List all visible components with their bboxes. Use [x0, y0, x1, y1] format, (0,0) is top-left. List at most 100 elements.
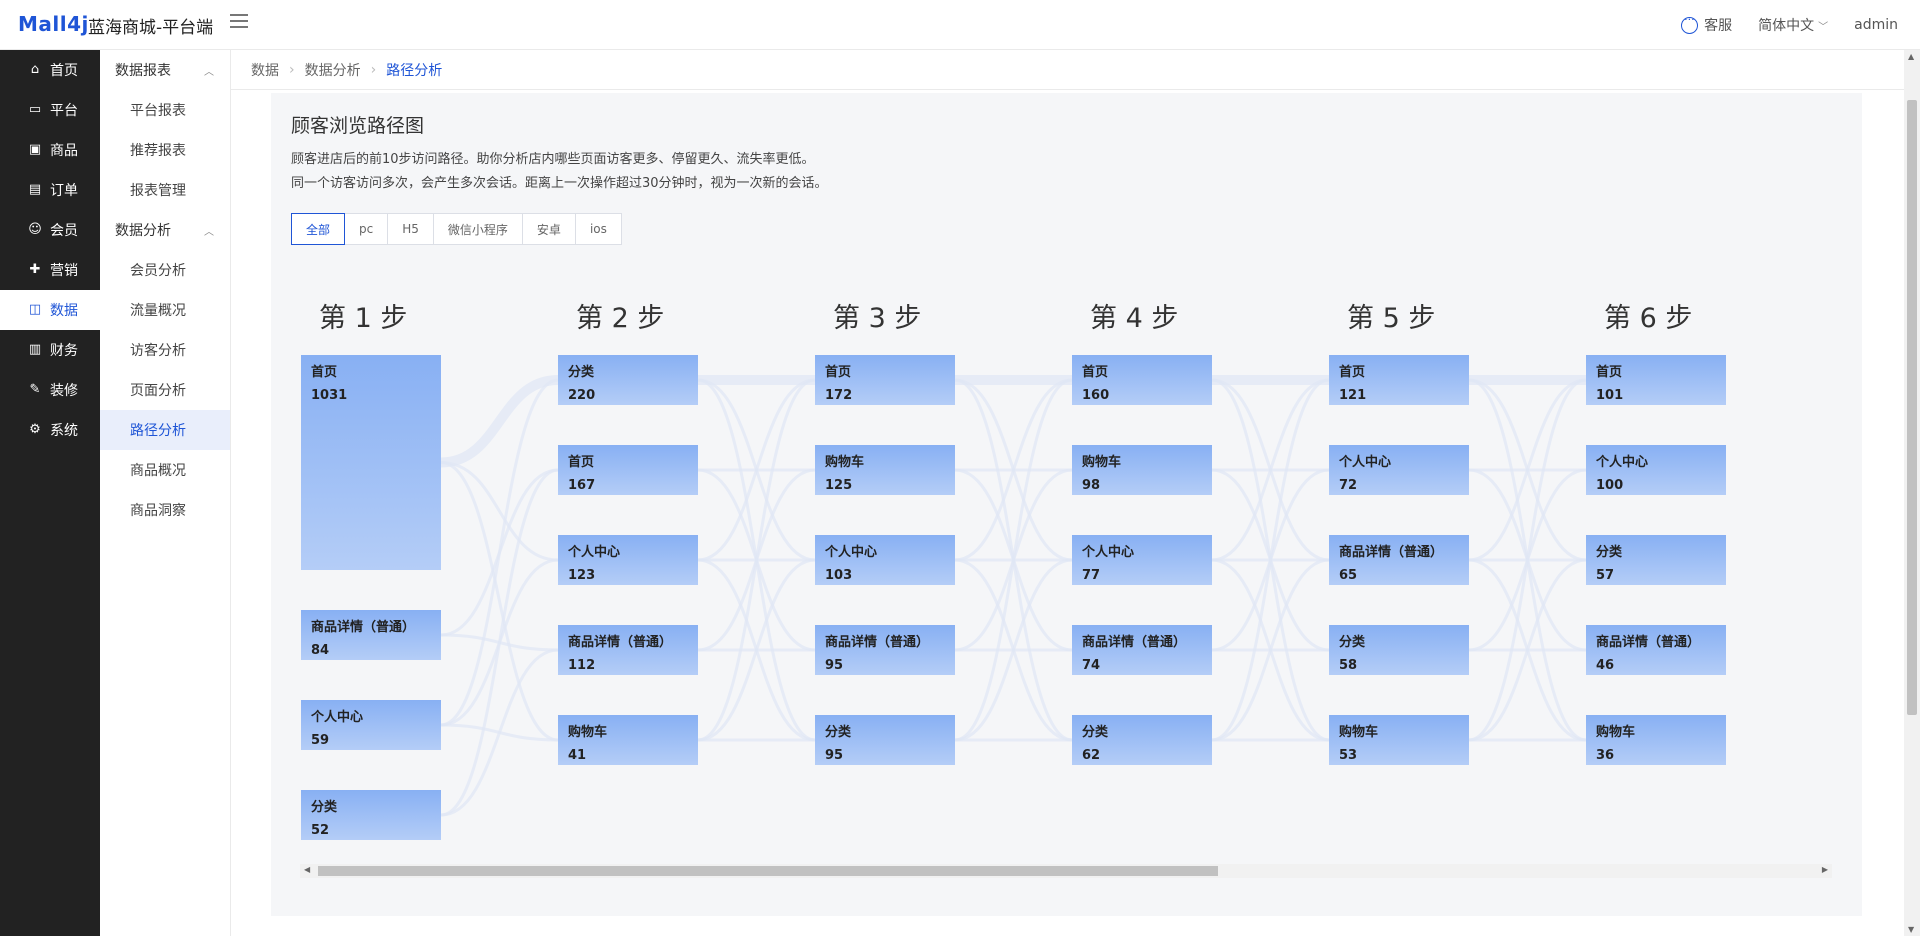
path-node[interactable]: 个人中心 123 — [558, 535, 698, 585]
node-value: 58 — [1339, 658, 1358, 673]
path-node[interactable]: 购物车 53 — [1329, 715, 1469, 765]
gear-icon: ⚙ — [29, 422, 41, 437]
sidebar-item[interactable]: ⌂ 首页 — [0, 50, 100, 90]
path-node[interactable]: 商品详情（普通） 74 — [1072, 625, 1212, 675]
vertical-scrollbar[interactable]: ▲ ▼ — [1904, 50, 1920, 936]
sidebar-item[interactable]: ◫ 数据 — [0, 290, 100, 330]
path-node[interactable]: 购物车 41 — [558, 715, 698, 765]
node-label: 分类 — [1082, 725, 1109, 740]
app-title: 蓝海商城-平台端 — [88, 18, 214, 38]
top-right-actions: 客服 简体中文 ﹀ admin — [1681, 13, 1898, 35]
submenu-item[interactable]: 页面分析 — [100, 370, 230, 410]
node-value: 101 — [1596, 388, 1624, 403]
platform-tab[interactable]: 全部 — [291, 213, 346, 245]
path-node[interactable]: 分类 52 — [301, 790, 441, 840]
sidebar-item[interactable]: ⚙ 系统 — [0, 410, 100, 450]
monitor-icon: ▭ — [28, 102, 42, 117]
path-node[interactable]: 购物车 125 — [815, 445, 955, 495]
submenu-item[interactable]: 会员分析 — [100, 250, 230, 290]
path-node[interactable]: 个人中心 72 — [1329, 445, 1469, 495]
submenu-item[interactable]: 推荐报表 — [100, 130, 230, 170]
submenu-item[interactable]: 访客分析 — [100, 330, 230, 370]
service-label: 客服 — [1704, 18, 1733, 34]
node-value: 172 — [825, 388, 853, 403]
path-node[interactable]: 商品详情（普通） 95 — [815, 625, 955, 675]
logo[interactable]: Mall4j — [18, 12, 89, 36]
path-node[interactable]: 个人中心 103 — [815, 535, 955, 585]
chevron-right-icon: › — [370, 61, 377, 78]
node-label: 分类 — [1339, 635, 1366, 650]
submenu-item[interactable]: 商品洞察 — [100, 490, 230, 530]
node-value: 220 — [568, 388, 596, 403]
sidebar-item[interactable]: ▣ 商品 — [0, 130, 100, 170]
sidebar-item[interactable]: ▤ 订单 — [0, 170, 100, 210]
path-node[interactable]: 商品详情（普通） 46 — [1586, 625, 1726, 675]
breadcrumb-item[interactable]: 数据分析 — [305, 60, 361, 80]
path-node[interactable]: 商品详情（普通） 84 — [301, 610, 441, 660]
scroll-down-icon[interactable]: ▼ — [1908, 925, 1914, 934]
sub-menu: 数据报表 ︿ 平台报表 推荐报表 报表管理 数据分析 ︿ 会员分析 流量概况 访客分析页… — [100, 50, 231, 936]
path-node[interactable]: 个人中心 100 — [1586, 445, 1726, 495]
path-node[interactable]: 购物车 98 — [1072, 445, 1212, 495]
chevron-up-icon: ︿ — [204, 226, 214, 238]
path-node[interactable]: 购物车 36 — [1586, 715, 1726, 765]
submenu-item[interactable]: 流量概况 — [100, 290, 230, 330]
main-sidebar: ⌂ 首页 ▭ 平台 ▣ 商品 ▤ 订单 ☺ 会员 ✚ 营销 ◫ 数据 ▥ 财务 ✎ 装修 ⚙ 系统 — [0, 50, 100, 936]
path-node[interactable]: 首页 121 — [1329, 355, 1469, 405]
submenu-item[interactable]: 平台报表 — [100, 90, 230, 130]
platform-tab[interactable]: pc — [345, 213, 389, 245]
platform-tab[interactable]: H5 — [388, 213, 434, 245]
path-node[interactable]: 首页 160 — [1072, 355, 1212, 405]
submenu-item[interactable]: 报表管理 — [100, 170, 230, 210]
scroll-left-icon[interactable]: ◀ — [304, 865, 310, 874]
chevron-right-icon: › — [289, 61, 295, 78]
service-button[interactable]: 客服 — [1681, 13, 1733, 35]
scroll-up-icon[interactable]: ▲ — [1908, 52, 1914, 61]
node-label: 商品详情（普通） — [1596, 635, 1701, 650]
node-label: 首页 — [568, 455, 595, 470]
sidebar-item[interactable]: ✚ 营销 — [0, 250, 100, 290]
step-title: 第 6 步 — [1604, 303, 1693, 334]
chart-icon: ◫ — [28, 302, 42, 317]
path-node[interactable]: 首页 172 — [815, 355, 955, 405]
menu-toggle-icon[interactable] — [230, 14, 248, 32]
path-node[interactable]: 商品详情（普通） 112 — [558, 625, 698, 675]
submenu-item[interactable]: 商品概况 — [100, 450, 230, 490]
flow-link — [440, 648, 559, 817]
language-select[interactable]: 简体中文 ﹀ — [1758, 15, 1828, 35]
path-node[interactable]: 分类 57 — [1586, 535, 1726, 585]
horizontal-scrollbar[interactable]: ◀ ▶ — [300, 864, 1832, 878]
path-node[interactable]: 个人中心 59 — [301, 700, 441, 750]
sidebar-item[interactable]: ▥ 财务 — [0, 330, 100, 370]
sidebar-item[interactable]: ▭ 平台 — [0, 90, 100, 130]
path-node[interactable]: 首页 101 — [1586, 355, 1726, 405]
scrollbar-thumb[interactable] — [1907, 100, 1917, 715]
submenu-group-analysis[interactable]: 数据分析 ︿ — [100, 210, 230, 250]
node-label: 首页 — [825, 365, 852, 380]
breadcrumb-item[interactable]: 数据 — [251, 60, 279, 80]
flow-link — [440, 468, 559, 817]
platform-tab[interactable]: 微信小程序 — [433, 213, 523, 245]
path-node[interactable]: 分类 95 — [815, 715, 955, 765]
node-label: 分类 — [825, 725, 852, 740]
submenu-group-label: 数据分析 — [115, 223, 171, 239]
node-value: 62 — [1082, 748, 1101, 763]
submenu-item[interactable]: 路径分析 — [100, 410, 230, 450]
sidebar-item[interactable]: ✎ 装修 — [0, 370, 100, 410]
path-node[interactable]: 分类 220 — [558, 355, 698, 405]
submenu-group-reports[interactable]: 数据报表 ︿ — [100, 50, 230, 90]
sidebar-item[interactable]: ☺ 会员 — [0, 210, 100, 250]
path-node[interactable]: 分类 62 — [1072, 715, 1212, 765]
path-node[interactable]: 商品详情（普通） 65 — [1329, 535, 1469, 585]
user-menu[interactable]: admin — [1854, 17, 1898, 33]
node-label: 购物车 — [825, 455, 865, 470]
path-sankey-chart[interactable]: 第 1 步首页 1031 商品详情（普通） 84 个人中心 59 分类 52 第 2 步分类 22… — [300, 280, 1832, 865]
platform-tab[interactable]: 安卓 — [522, 213, 576, 245]
path-node[interactable]: 分类 58 — [1329, 625, 1469, 675]
path-node[interactable]: 首页 167 — [558, 445, 698, 495]
scroll-right-icon[interactable]: ▶ — [1822, 865, 1828, 874]
path-node[interactable]: 首页 1031 — [301, 355, 441, 570]
scrollbar-thumb[interactable] — [318, 866, 1218, 876]
platform-tab[interactable]: ios — [575, 213, 622, 245]
path-node[interactable]: 个人中心 77 — [1072, 535, 1212, 585]
